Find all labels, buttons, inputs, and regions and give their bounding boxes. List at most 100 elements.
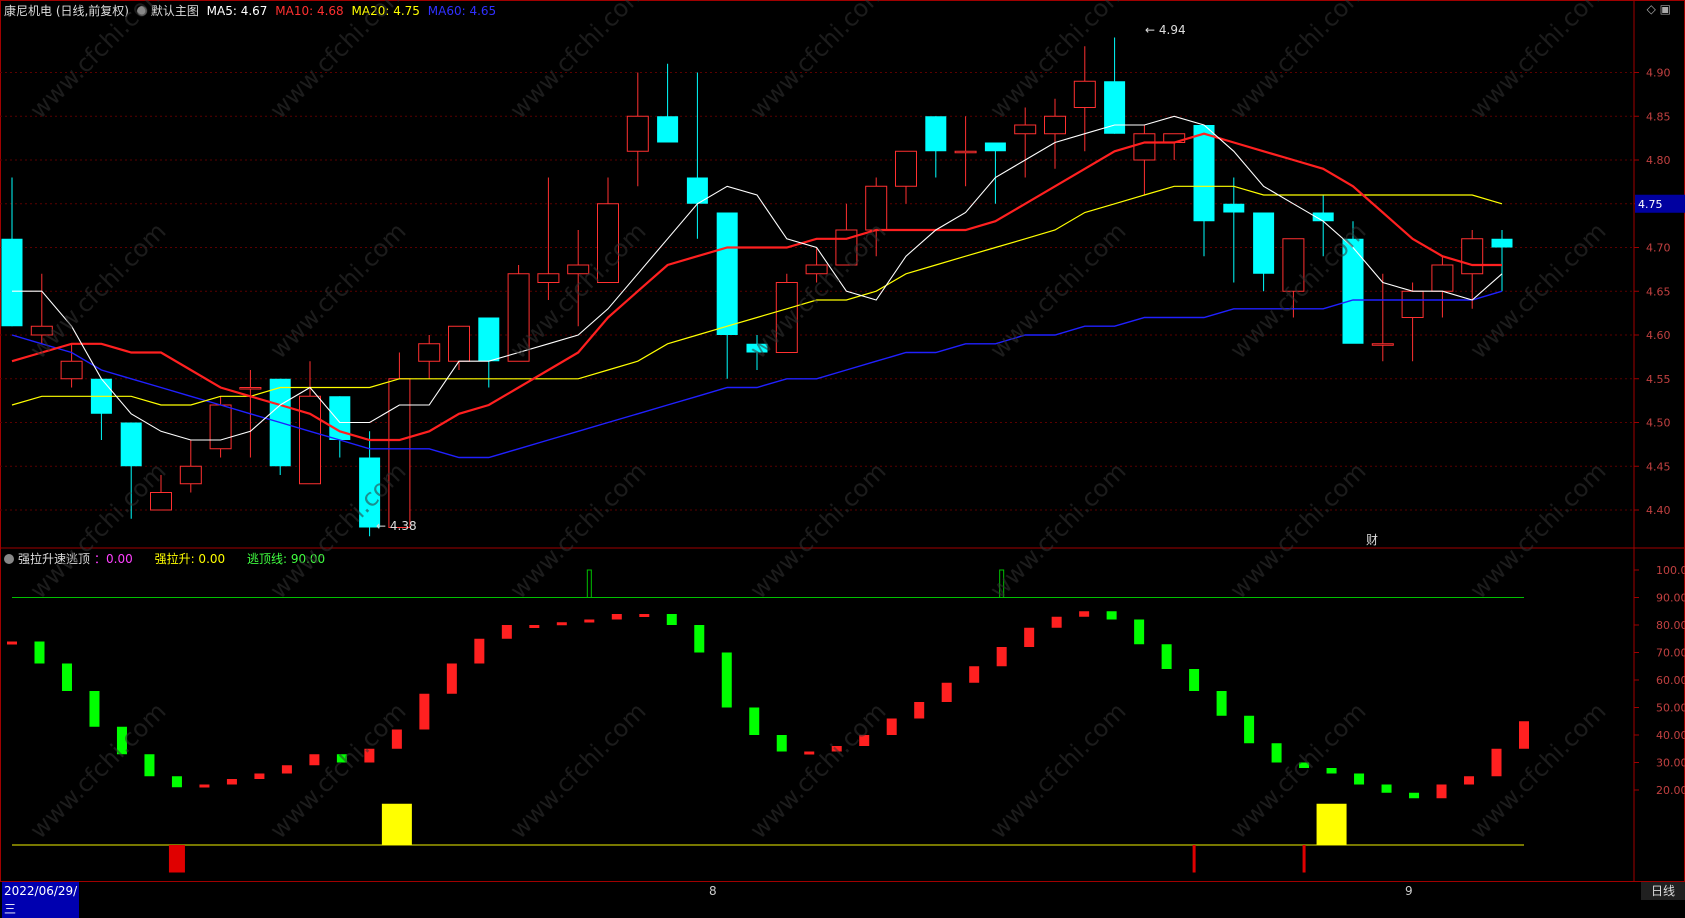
candle-body-up [299, 395, 321, 485]
red-marker-bar [1302, 845, 1306, 873]
indicator-bar [611, 614, 622, 620]
current-date: 2022/06/29/三 [2, 882, 80, 918]
indicator-bar [749, 707, 760, 735]
indicator-bar [199, 784, 210, 788]
candle-body-up [895, 150, 917, 187]
price-tick-label: 4.80 [1646, 154, 1671, 167]
indicator-bar [419, 693, 430, 730]
indicator-tick-label: 60.00 [1656, 674, 1685, 687]
indicator-bar [226, 779, 237, 785]
candle-body-up [1014, 124, 1037, 135]
indicator-bar [639, 614, 650, 617]
candle-body-up [1133, 133, 1156, 161]
candle-body-down [120, 422, 142, 467]
indicator-bar [1436, 784, 1447, 799]
red-marker-bar [168, 845, 185, 873]
current-price-label: 4.75 [1638, 198, 1663, 211]
candle-body-down [657, 116, 679, 143]
indicator-bar [1326, 768, 1337, 774]
indicator-tick-label: 80.00 [1656, 619, 1685, 632]
watermark: www.cfchi.com [264, 217, 411, 364]
candle-body-up [1371, 343, 1394, 346]
candle-body-up [537, 273, 560, 283]
indicator-bar [61, 663, 72, 691]
indicator-bar [1216, 691, 1227, 716]
watermark: www.cfchi.com [504, 0, 651, 124]
candle-body-down [478, 317, 500, 362]
candle-body-down [716, 212, 738, 335]
candle-body-up [388, 378, 411, 528]
indicator-bar [969, 666, 980, 683]
candle-body-down [1104, 81, 1126, 134]
watermark: www.cfchi.com [1464, 457, 1611, 604]
indicator-bar [1079, 611, 1090, 617]
indicator-bar [996, 647, 1007, 667]
indicator-bar [556, 622, 567, 626]
indicator-bar [1106, 611, 1117, 620]
indicator-bar [34, 641, 45, 664]
watermark: www.cfchi.com [744, 697, 891, 844]
indicator-bar [776, 735, 787, 752]
candle-body-up [1044, 115, 1066, 135]
watermark: www.cfchi.com [1224, 457, 1371, 604]
watermark: www.cfchi.com [984, 457, 1131, 604]
indicator-bar [1134, 619, 1145, 645]
indicator-bar [1354, 773, 1365, 785]
candle-body-up [150, 492, 172, 511]
candle-body-down [1491, 238, 1513, 248]
watermark: www.cfchi.com [1464, 697, 1611, 844]
candle-body-up [954, 150, 977, 154]
price-tick-label: 4.65 [1646, 285, 1671, 298]
watermark: www.cfchi.com [1464, 0, 1611, 124]
indicator-bar [721, 652, 732, 708]
indicator-bar [584, 619, 595, 623]
indicator-tick-label: 90.00 [1656, 592, 1685, 605]
watermark: www.cfchi.com [1464, 217, 1611, 364]
escape-spike [586, 569, 592, 598]
indicator-bar [1519, 721, 1529, 749]
watermark: www.cfchi.com [744, 457, 891, 604]
candle-body-up [418, 343, 441, 362]
indicator-bar [501, 625, 512, 639]
indicator-bar [89, 691, 100, 727]
finance-event-marker: 财 [1366, 533, 1378, 547]
watermark: www.cfchi.com [984, 697, 1131, 844]
candle-body-up [1461, 238, 1484, 275]
indicator-bar [694, 625, 705, 653]
indicator-bar [914, 702, 925, 719]
period-selector[interactable]: 日线 [1641, 882, 1685, 900]
candle-body-up [239, 387, 262, 390]
month-marker-aug: 8 [709, 884, 717, 898]
indicator-tick-label: 30.00 [1656, 757, 1685, 770]
ma10-line [11, 132, 1502, 442]
indicator-bar [1161, 644, 1172, 669]
indicator-bar [1271, 743, 1282, 763]
indicator-bar [886, 718, 897, 735]
price-tick-label: 4.40 [1646, 504, 1671, 517]
indicator-bar [1024, 627, 1035, 647]
candle-body-down [984, 142, 1006, 152]
price-tick-label: 4.60 [1646, 329, 1671, 342]
watermark: www.cfchi.com [24, 0, 171, 124]
candle-body-up [1431, 264, 1454, 292]
pull-up-bar [1316, 803, 1347, 845]
watermark: www.cfchi.com [1224, 0, 1371, 124]
watermark: www.cfchi.com [744, 0, 891, 124]
indicator-bar [1189, 669, 1200, 691]
candle-body-up [1401, 290, 1424, 318]
watermark: www.cfchi.com [504, 697, 651, 844]
chart-canvas[interactable]: 4.40 4.45 4.50 4.55 4.60 4.65 4.70 4.75 4.80 4.85… [0, 0, 1685, 882]
watermark: www.cfchi.com [984, 217, 1131, 364]
price-tick-label: 4.50 [1646, 417, 1671, 430]
watermark: www.cfchi.com [504, 457, 651, 604]
price-tick-label: 4.55 [1646, 373, 1671, 386]
watermark: www.cfchi.com [24, 217, 171, 364]
candle-body-down [1193, 125, 1215, 222]
indicator-tick-label: 20.00 [1656, 784, 1685, 797]
indicator-tick-label: 70.00 [1656, 647, 1685, 660]
indicator-bar [446, 663, 457, 694]
indicator-bar [529, 625, 540, 628]
candle-body-down [1223, 203, 1245, 213]
indicator-tick-label: 100.00 [1656, 564, 1685, 577]
indicator-bar [7, 641, 17, 645]
